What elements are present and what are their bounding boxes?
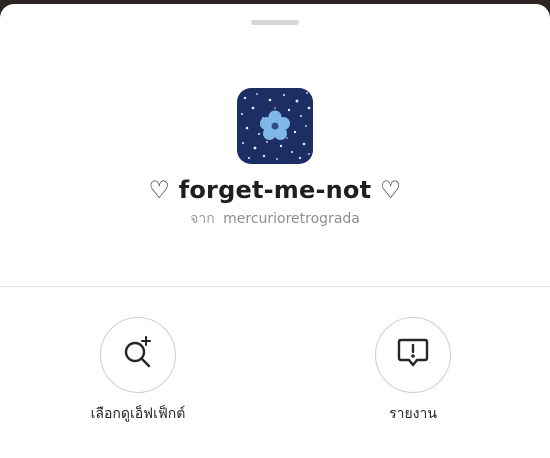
effect-bottom-sheet: ♡ forget-me-not ♡ จาก mercurioretrograda… (0, 4, 550, 458)
report-circle[interactable] (375, 317, 451, 393)
divider (0, 286, 550, 287)
browse-effects-label: เลือกดูเอ็ฟเฟ็กต์ (90, 406, 186, 422)
creator-line: จาก mercurioretrograda (0, 208, 550, 230)
report-button[interactable]: รายงาน (318, 317, 508, 427)
report-label: รายงาน (389, 406, 437, 422)
effect-title: ♡ forget-me-not ♡ (148, 176, 402, 204)
effect-thumbnail (237, 88, 313, 164)
browse-effects-circle[interactable] (100, 317, 176, 393)
browse-effects-button[interactable]: เลือกดูเอ็ฟเฟ็กต์ (43, 317, 233, 427)
report-icon (393, 333, 433, 377)
sheet-grabber-handle[interactable] (251, 20, 299, 25)
search-sparkle-icon (118, 333, 158, 377)
creator-name[interactable]: mercurioretrograda (223, 211, 360, 227)
creator-prefix: จาก (190, 211, 215, 227)
